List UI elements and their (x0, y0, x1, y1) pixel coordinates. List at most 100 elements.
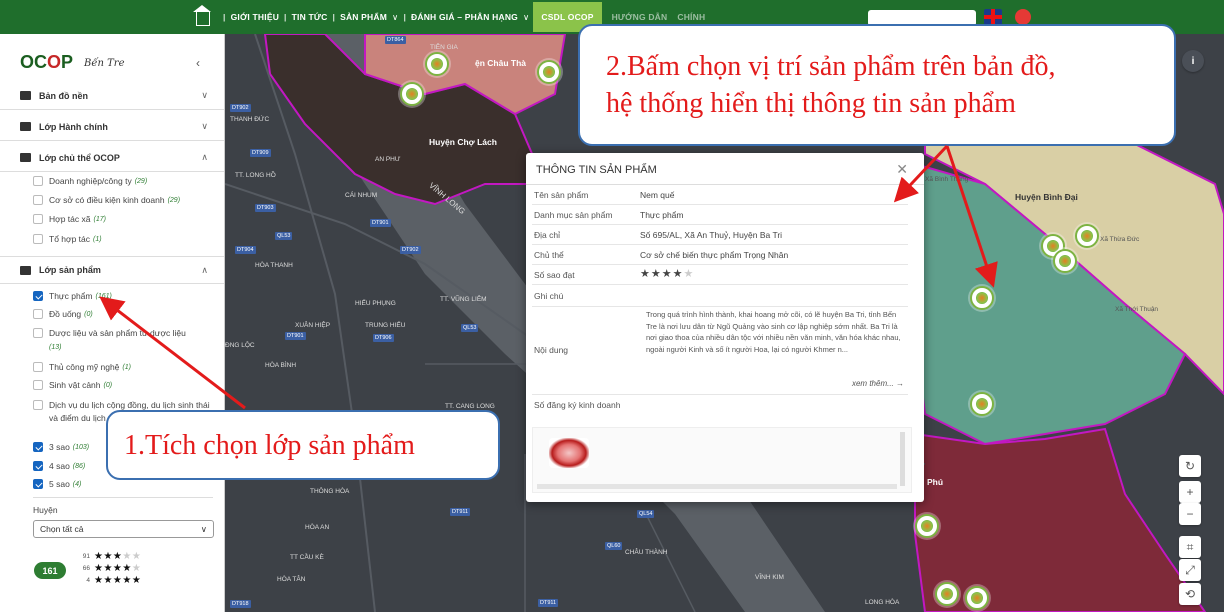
checkbox[interactable] (33, 328, 43, 338)
total-count-badge: 161 (34, 562, 66, 579)
road-tag: QL60 (605, 542, 623, 550)
product-marker[interactable] (425, 52, 449, 76)
map-place-label: TT. VŨNG LIÊM (440, 296, 487, 303)
chevron-up-icon: ∧ (201, 264, 208, 275)
checkbox[interactable] (33, 195, 43, 205)
popup-title: THÔNG TIN SẢN PHẨM (536, 164, 657, 176)
layer-sidebar: OCOP Bến Tre ‹ Bản đồ nền ∨ Lớp Hành chí… (0, 34, 225, 612)
building-icon (20, 153, 31, 162)
map-place-label: HÒA THANH (255, 262, 293, 269)
product-marker[interactable] (935, 582, 959, 606)
checkbox[interactable] (33, 176, 43, 186)
rotate-icon[interactable]: ⟲ (1179, 583, 1201, 605)
vertical-scrollbar[interactable] (900, 432, 905, 486)
entity-item[interactable]: Cơ sở có điều kiện kinh doanh (29) (33, 194, 213, 207)
checkbox-checked[interactable] (33, 479, 43, 489)
shop-icon (20, 265, 31, 275)
measure-icon[interactable]: ⌗ (1179, 536, 1201, 558)
nav-news[interactable]: TIN TỨC (292, 12, 328, 22)
map-place-label: LONG HÒA (865, 599, 900, 606)
product-marker[interactable] (915, 514, 939, 538)
section-admin-layer[interactable]: Lớp Hành chính ∨ (0, 113, 224, 141)
checkbox[interactable] (33, 234, 43, 244)
star-rating-icon: ★★★★★ (94, 551, 142, 562)
district-select[interactable]: Chọn tất cả ∨ (33, 520, 214, 538)
road-tag: DT904 (235, 246, 256, 254)
product-marker[interactable] (970, 286, 994, 310)
map-place-label: TRUNG HIẾU (365, 322, 406, 329)
product-thumbnail[interactable] (549, 438, 589, 468)
chevron-up-icon: ∧ (201, 152, 208, 162)
entity-item[interactable]: Hợp tác xã (17) (33, 213, 213, 226)
uk-flag-icon[interactable] (984, 9, 1002, 25)
checkbox-checked[interactable] (33, 291, 43, 301)
road-tag: DT911 (538, 599, 559, 607)
checkbox[interactable] (33, 309, 43, 319)
info-row: Tên sản phẩm Nem quế (532, 186, 908, 205)
product-marker[interactable] (965, 586, 989, 610)
fullscreen-icon[interactable]: ⤢ (1179, 559, 1201, 581)
star-rating-icon: ★★★★★ (640, 268, 695, 280)
map-place-label: VĨNH KIM (755, 574, 784, 581)
horizontal-scrollbar[interactable] (537, 484, 897, 489)
checkbox-checked[interactable] (33, 442, 43, 452)
entity-item[interactable]: Tổ hợp tác (1) (33, 233, 213, 246)
map-place-label: HÒA AN (305, 524, 330, 531)
collapse-sidebar-button[interactable]: ‹ (196, 56, 200, 70)
home-icon[interactable] (193, 5, 211, 26)
road-tag: DT902 (230, 104, 251, 112)
product-description: Trong quá trình hình thành, khai hoang m… (646, 310, 901, 355)
checkbox[interactable] (33, 214, 43, 224)
road-tag: DT906 (373, 334, 394, 342)
entity-item[interactable]: Doanh nghiệp/công ty (29) (33, 175, 213, 188)
read-more-link[interactable]: xem thêm... → (852, 379, 904, 388)
logo-subtitle: Bến Tre (84, 58, 125, 69)
zoom-in-icon[interactable]: + (1179, 481, 1201, 503)
product-marker[interactable] (1075, 224, 1099, 248)
nav-intro[interactable]: GIỚI THIỆU (231, 12, 279, 22)
checkbox-checked[interactable] (33, 461, 43, 471)
product-marker[interactable] (537, 60, 561, 84)
info-row-note: Ghi chú (532, 285, 908, 307)
section-product-layer[interactable]: Lớp sản phẩm ∧ (0, 256, 224, 284)
chevron-down-icon: ∨ (200, 524, 207, 534)
map-place-label: TT CẦU KÈ (290, 554, 324, 561)
refresh-icon[interactable]: ↻ (1179, 455, 1201, 477)
map-place-label: THÔNG HÒA (310, 488, 350, 495)
info-row-registration: Số đăng ký kinh doanh (534, 400, 621, 410)
ocop-logo: OCOP (20, 52, 74, 72)
product-marker[interactable] (1053, 249, 1077, 273)
product-marker[interactable] (970, 392, 994, 416)
product-item[interactable]: Đồ uống (0) (33, 308, 213, 321)
star-rating-icon: ★★★★★ (94, 575, 142, 586)
checkbox[interactable] (33, 380, 43, 390)
road-tag: QL54 (637, 510, 655, 518)
product-item[interactable]: Dược liệu và sản phẩm từ dược liệu (13) (33, 327, 213, 354)
map-place-label: AN PHƯ (375, 156, 401, 163)
nav-guide[interactable]: HƯỚNG DẪN (612, 12, 668, 22)
map-district-label: Phú (927, 477, 944, 487)
product-item[interactable]: Thủ công mỹ nghệ (1) (33, 361, 213, 374)
user-avatar[interactable] (1015, 9, 1031, 25)
product-image-area[interactable] (532, 427, 912, 493)
checkbox[interactable] (33, 400, 43, 410)
star-summary-row: 91 ★★★★★ (82, 551, 142, 562)
nav-products[interactable]: SẢN PHẨM ∨ (340, 12, 398, 23)
nav-rating[interactable]: ĐÁNH GIÁ – PHÂN HẠNG ∨ (411, 12, 529, 23)
section-basemap[interactable]: Bản đồ nền ∨ (0, 82, 224, 110)
section-entity-layer[interactable]: Lớp chủ thể OCOP ∧ (0, 144, 224, 172)
product-info-popup: THÔNG TIN SẢN PHẨM ✕ Tên sản phẩm Nem quế… (526, 153, 924, 502)
instruction-callout-1: 1.Tích chọn lớp sản phẩm (106, 410, 500, 480)
map-district-label: Huyện Chợ Lách (429, 137, 497, 147)
zoom-out-icon[interactable]: − (1179, 503, 1201, 525)
map-place-label: HÒA TÂN (277, 576, 306, 583)
checkbox[interactable] (33, 362, 43, 372)
product-item[interactable]: Sinh vật cảnh (0) (33, 379, 213, 392)
info-icon[interactable]: i (1182, 50, 1204, 72)
product-marker[interactable] (400, 82, 424, 106)
product-item[interactable]: Thực phẩm (161) (33, 290, 213, 303)
road-tag: DT901 (285, 332, 306, 340)
close-icon[interactable]: ✕ (896, 161, 908, 178)
road-tag: DT864 (385, 36, 406, 44)
nav-policy[interactable]: CHÍNH (677, 12, 705, 22)
